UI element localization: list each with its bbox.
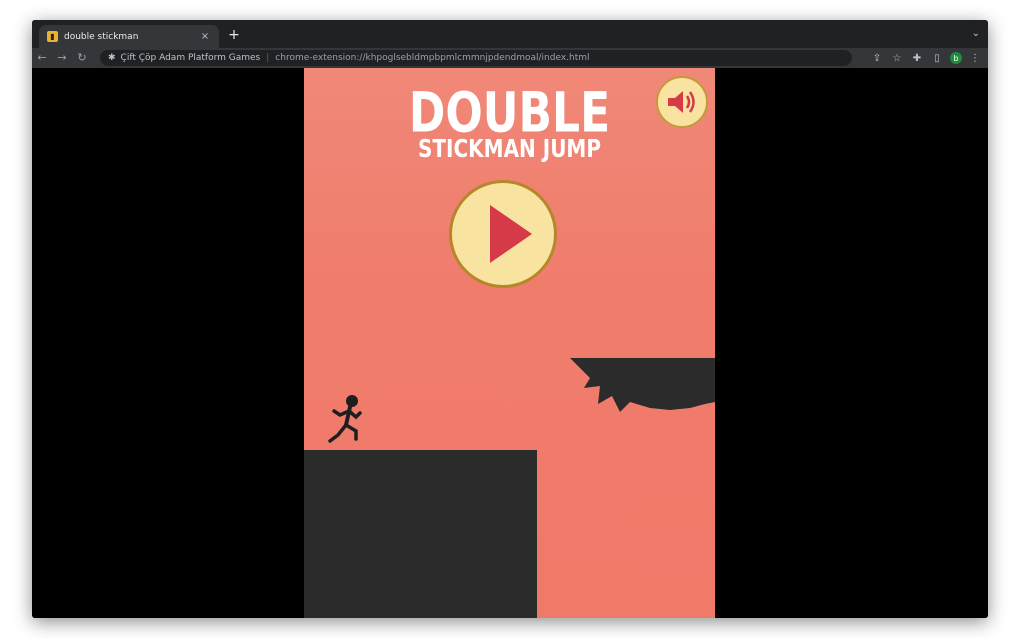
more-menu-icon[interactable]: ⋮ <box>968 53 982 64</box>
play-icon <box>490 205 532 263</box>
url-text: chrome-extension://khpoglsebldmpbpmlcmmn… <box>275 53 590 63</box>
extensions-icon[interactable]: ✚ <box>910 53 924 64</box>
profile-avatar[interactable]: b <box>950 52 962 64</box>
tab-close-icon[interactable]: × <box>199 31 211 42</box>
bookmark-star-icon[interactable]: ☆ <box>890 53 904 64</box>
address-bar[interactable]: ✱ Çift Çöp Adam Platform Games | chrome-… <box>100 50 852 66</box>
tab-search-chevron-icon[interactable]: ⌄ <box>972 28 980 39</box>
site-name: Çift Çöp Adam Platform Games <box>120 53 261 63</box>
forward-button[interactable]: → <box>52 48 72 68</box>
side-panel-icon[interactable]: ▯ <box>930 53 944 64</box>
reload-button[interactable]: ↻ <box>72 48 92 68</box>
game-title-line2: STICKMAN JUMP <box>418 133 601 163</box>
toolbar-actions: ⇪ ☆ ✚ ▯ b ⋮ <box>870 48 982 68</box>
stickman-character <box>328 395 362 443</box>
browser-window: ▮ double stickman × + ⌄ ← → ↻ ✱ Çift Çöp… <box>32 20 988 618</box>
play-button[interactable] <box>449 180 557 288</box>
speaker-icon <box>668 91 695 113</box>
sound-toggle-button[interactable] <box>656 76 708 128</box>
new-tab-button[interactable]: + <box>226 27 242 43</box>
share-icon[interactable]: ⇪ <box>870 53 884 64</box>
browser-toolbar: ← → ↻ ✱ Çift Çöp Adam Platform Games | c… <box>32 48 988 68</box>
game-favicon-icon: ▮ <box>47 31 58 42</box>
tab-strip: ▮ double stickman × + ⌄ <box>32 20 988 48</box>
game-canvas[interactable]: DOUBLE STICKMAN JUMP <box>304 68 715 618</box>
ground-platform <box>304 450 537 618</box>
back-button[interactable]: ← <box>32 48 52 68</box>
url-separator: | <box>266 53 270 63</box>
extension-puzzle-icon: ✱ <box>108 53 116 63</box>
tab-double-stickman[interactable]: ▮ double stickman × <box>39 25 219 48</box>
spiked-saw-obstacle <box>570 358 715 412</box>
tab-title: double stickman <box>64 31 139 42</box>
page-viewport: DOUBLE STICKMAN JUMP <box>32 68 988 618</box>
